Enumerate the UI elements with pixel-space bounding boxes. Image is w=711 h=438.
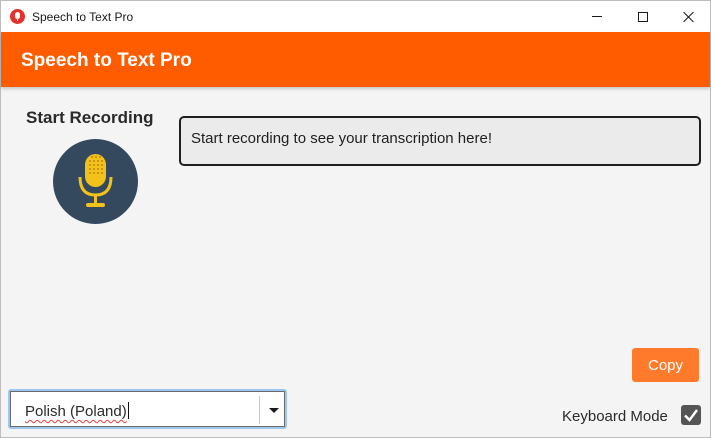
copy-button[interactable]: Copy [632, 348, 699, 382]
language-select[interactable]: Polish (Poland) [8, 389, 287, 429]
select-divider [259, 396, 260, 424]
copy-button-label: Copy [647, 356, 684, 374]
keyboard-mode-label: Keyboard Mode [562, 408, 668, 425]
app-header: Speech to Text Pro [1, 32, 710, 87]
close-button[interactable] [666, 1, 711, 32]
start-recording-label: Start Recording [26, 108, 154, 127]
minimize-icon [592, 16, 602, 17]
language-select-value[interactable]: Polish (Poland) [25, 402, 129, 420]
minimize-button[interactable] [574, 1, 620, 32]
dropdown-toggle[interactable] [261, 392, 287, 428]
checkmark-icon [684, 409, 698, 422]
chevron-down-icon [269, 407, 279, 413]
microphone-icon [78, 154, 113, 207]
close-icon [683, 11, 695, 23]
transcription-box[interactable]: Start recording to see your transcriptio… [179, 116, 701, 166]
maximize-icon [638, 11, 648, 22]
text-cursor [127, 402, 129, 419]
transcription-placeholder: Start recording to see your transcriptio… [191, 130, 492, 147]
keyboard-mode-checkbox[interactable] [681, 405, 701, 425]
app-window: Speech to Text Pro Speech to Text Pro St… [0, 0, 711, 438]
language-selected-text: Polish (Poland) [25, 403, 127, 420]
window-title: Speech to Text Pro [32, 10, 134, 24]
app-logo-icon [10, 9, 25, 24]
maximize-button[interactable] [620, 1, 666, 32]
header-title: Speech to Text Pro [21, 50, 192, 71]
record-button[interactable] [53, 139, 138, 224]
title-bar[interactable]: Speech to Text Pro [1, 1, 710, 32]
